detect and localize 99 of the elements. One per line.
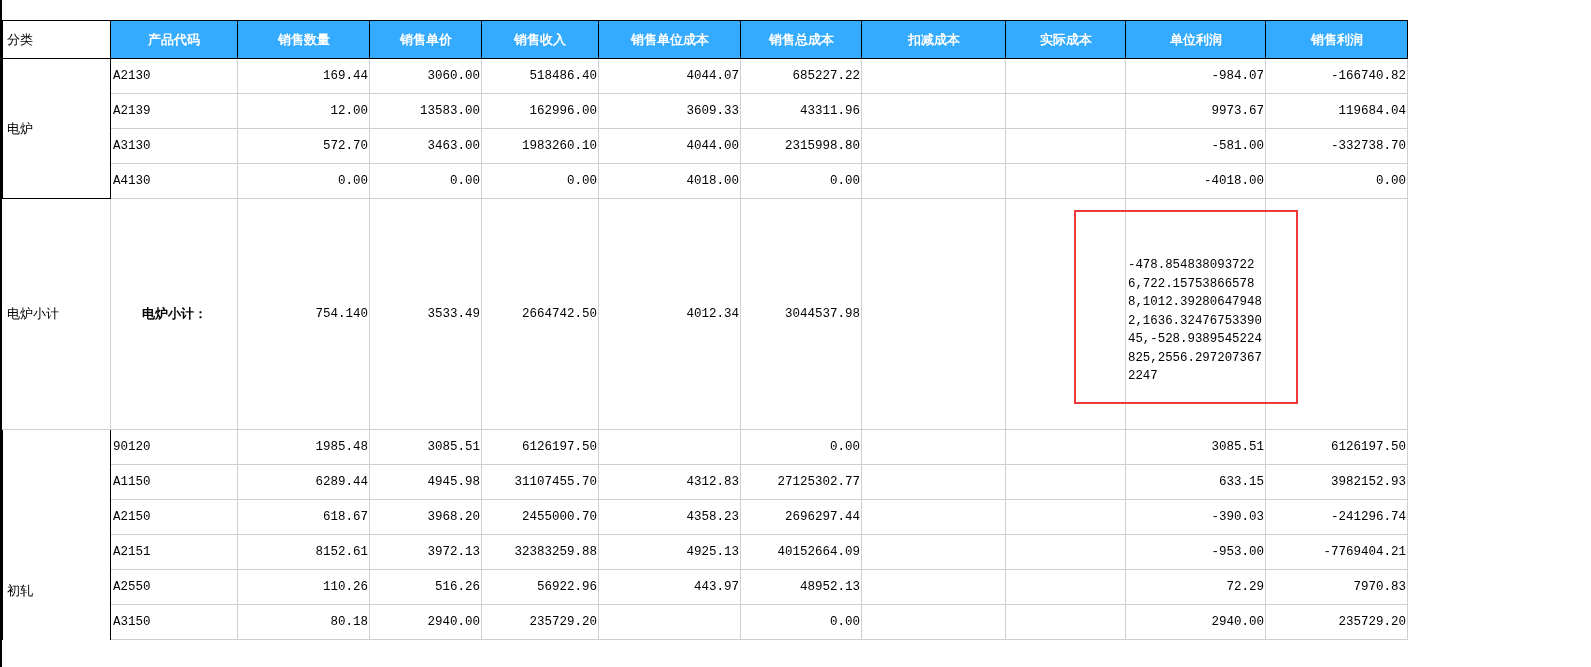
table-header-cell: 实际成本 xyxy=(1005,20,1126,59)
table-cell: A3130 xyxy=(110,128,238,164)
table-cell: 电炉小计 xyxy=(2,198,111,430)
table-cell: 0.00 xyxy=(1265,163,1408,199)
table-cell: 4018.00 xyxy=(598,163,741,199)
table-cell: 4945.98 xyxy=(369,464,482,500)
table-cell: 110.26 xyxy=(237,569,370,605)
table-cell: 2696297.44 xyxy=(740,499,862,535)
table-cell: 72.29 xyxy=(1125,569,1266,605)
table-cell: 516.26 xyxy=(369,569,482,605)
table-cell: 12.00 xyxy=(237,93,370,129)
table-cell: A2130 xyxy=(110,58,238,94)
table-cell: 0.00 xyxy=(740,429,862,465)
table-cell: 6126197.50 xyxy=(481,429,599,465)
table-cell: 4012.34 xyxy=(686,307,739,321)
table-cell: 1983260.10 xyxy=(481,128,599,164)
table-cell: 2455000.70 xyxy=(481,499,599,535)
table-cell: -581.00 xyxy=(1125,128,1266,164)
table-cell: 235729.20 xyxy=(1265,604,1408,640)
table-cell: -953.00 xyxy=(1125,534,1266,570)
table-cell: 0.00 xyxy=(481,163,599,199)
table-cell: 31107455.70 xyxy=(481,464,599,500)
table-cell: -241296.74 xyxy=(1265,499,1408,535)
table-cell: A4130 xyxy=(110,163,238,199)
table-cell: 32383259.88 xyxy=(481,534,599,570)
table-header-cell: 销售收入 xyxy=(481,20,599,59)
table-cell: 3060.00 xyxy=(369,58,482,94)
table-header-cell: 单位利润 xyxy=(1125,20,1266,59)
table-cell: 2315998.80 xyxy=(740,128,862,164)
table-cell: 40152664.09 xyxy=(740,534,862,570)
table-cell: A2151 xyxy=(110,534,238,570)
table-header-cell: 销售单价 xyxy=(369,20,482,59)
category-cell: 电炉 xyxy=(2,58,111,199)
table-cell: -166740.82 xyxy=(1265,58,1408,94)
table-cell: 6126197.50 xyxy=(1265,429,1408,465)
table-cell: 633.15 xyxy=(1125,464,1266,500)
table-cell: 90120 xyxy=(110,429,238,465)
table-cell: A2139 xyxy=(110,93,238,129)
table-cell: 572.70 xyxy=(237,128,370,164)
table-cell: 4044.07 xyxy=(598,58,741,94)
table-cell: 443.97 xyxy=(598,569,741,605)
table-cell: 80.18 xyxy=(237,604,370,640)
table-cell: 27125302.77 xyxy=(740,464,862,500)
table-cell: 3044537.98 xyxy=(785,307,860,321)
table-cell: A2550 xyxy=(110,569,238,605)
table-cell: A2150 xyxy=(110,499,238,535)
table-cell: 0.00 xyxy=(369,163,482,199)
table-cell: 3533.49 xyxy=(427,307,480,321)
table-cell: 0.00 xyxy=(237,163,370,199)
table-cell: 3463.00 xyxy=(369,128,482,164)
table-cell: 518486.40 xyxy=(481,58,599,94)
table-cell: 1985.48 xyxy=(237,429,370,465)
table-cell: -390.03 xyxy=(1125,499,1266,535)
table-cell: 4312.83 xyxy=(598,464,741,500)
table-cell: 7970.83 xyxy=(1265,569,1408,605)
table-cell: 3085.51 xyxy=(369,429,482,465)
table-cell: 3968.20 xyxy=(369,499,482,535)
table-cell: 3972.13 xyxy=(369,534,482,570)
table-cell: 2940.00 xyxy=(369,604,482,640)
table-cell: 4925.13 xyxy=(598,534,741,570)
table-cell: 0.00 xyxy=(740,163,862,199)
table-cell: 3609.33 xyxy=(598,93,741,129)
table-cell: 3085.51 xyxy=(1125,429,1266,465)
table-cell: 8152.61 xyxy=(237,534,370,570)
table-cell: 0.00 xyxy=(740,604,862,640)
category-cell: 初轧 xyxy=(2,429,111,640)
table-header-cell: 产品代码 xyxy=(110,20,238,59)
table-cell: 6289.44 xyxy=(237,464,370,500)
table-cell: 618.67 xyxy=(237,499,370,535)
table-header-cell: 分类 xyxy=(2,20,111,59)
table-cell: 3982152.93 xyxy=(1265,464,1408,500)
table-cell: 2664742.50 xyxy=(522,307,597,321)
table-cell: 4044.00 xyxy=(598,128,741,164)
table-cell: 2940.00 xyxy=(1125,604,1266,640)
table-cell: 162996.00 xyxy=(481,93,599,129)
table-cell: 685227.22 xyxy=(740,58,862,94)
table-cell: 9973.67 xyxy=(1125,93,1266,129)
table-header-cell: 销售总成本 xyxy=(740,20,862,59)
table-cell: 13583.00 xyxy=(369,93,482,129)
table-cell: -4018.00 xyxy=(1125,163,1266,199)
table-cell: 48952.13 xyxy=(740,569,862,605)
table-header-cell: 销售利润 xyxy=(1265,20,1408,59)
table-cell: -7769404.21 xyxy=(1265,534,1408,570)
table-header-cell: 销售数量 xyxy=(237,20,370,59)
table-header-cell: 扣减成本 xyxy=(861,20,1006,59)
table-cell: 电炉小计： xyxy=(110,198,238,430)
table-cell-text: -478.8548380937226,722.157538665788,1012.392806479482,1636.3247675339045,-528.9389545224825,2556.2972073672247 xyxy=(1128,257,1263,386)
table-cell: A3150 xyxy=(110,604,238,640)
table-cell: 4358.23 xyxy=(598,499,741,535)
table-cell: 754.140 xyxy=(315,307,368,321)
table-cell: -984.07 xyxy=(1125,58,1266,94)
table-cell: 56922.96 xyxy=(481,569,599,605)
table-cell: 43311.96 xyxy=(740,93,862,129)
table-cell: 235729.20 xyxy=(481,604,599,640)
table-cell: 119684.04 xyxy=(1265,93,1408,129)
table-header-cell: 销售单位成本 xyxy=(598,20,741,59)
table-cell: A1150 xyxy=(110,464,238,500)
table-cell: -332738.70 xyxy=(1265,128,1408,164)
table-cell: 169.44 xyxy=(237,58,370,94)
